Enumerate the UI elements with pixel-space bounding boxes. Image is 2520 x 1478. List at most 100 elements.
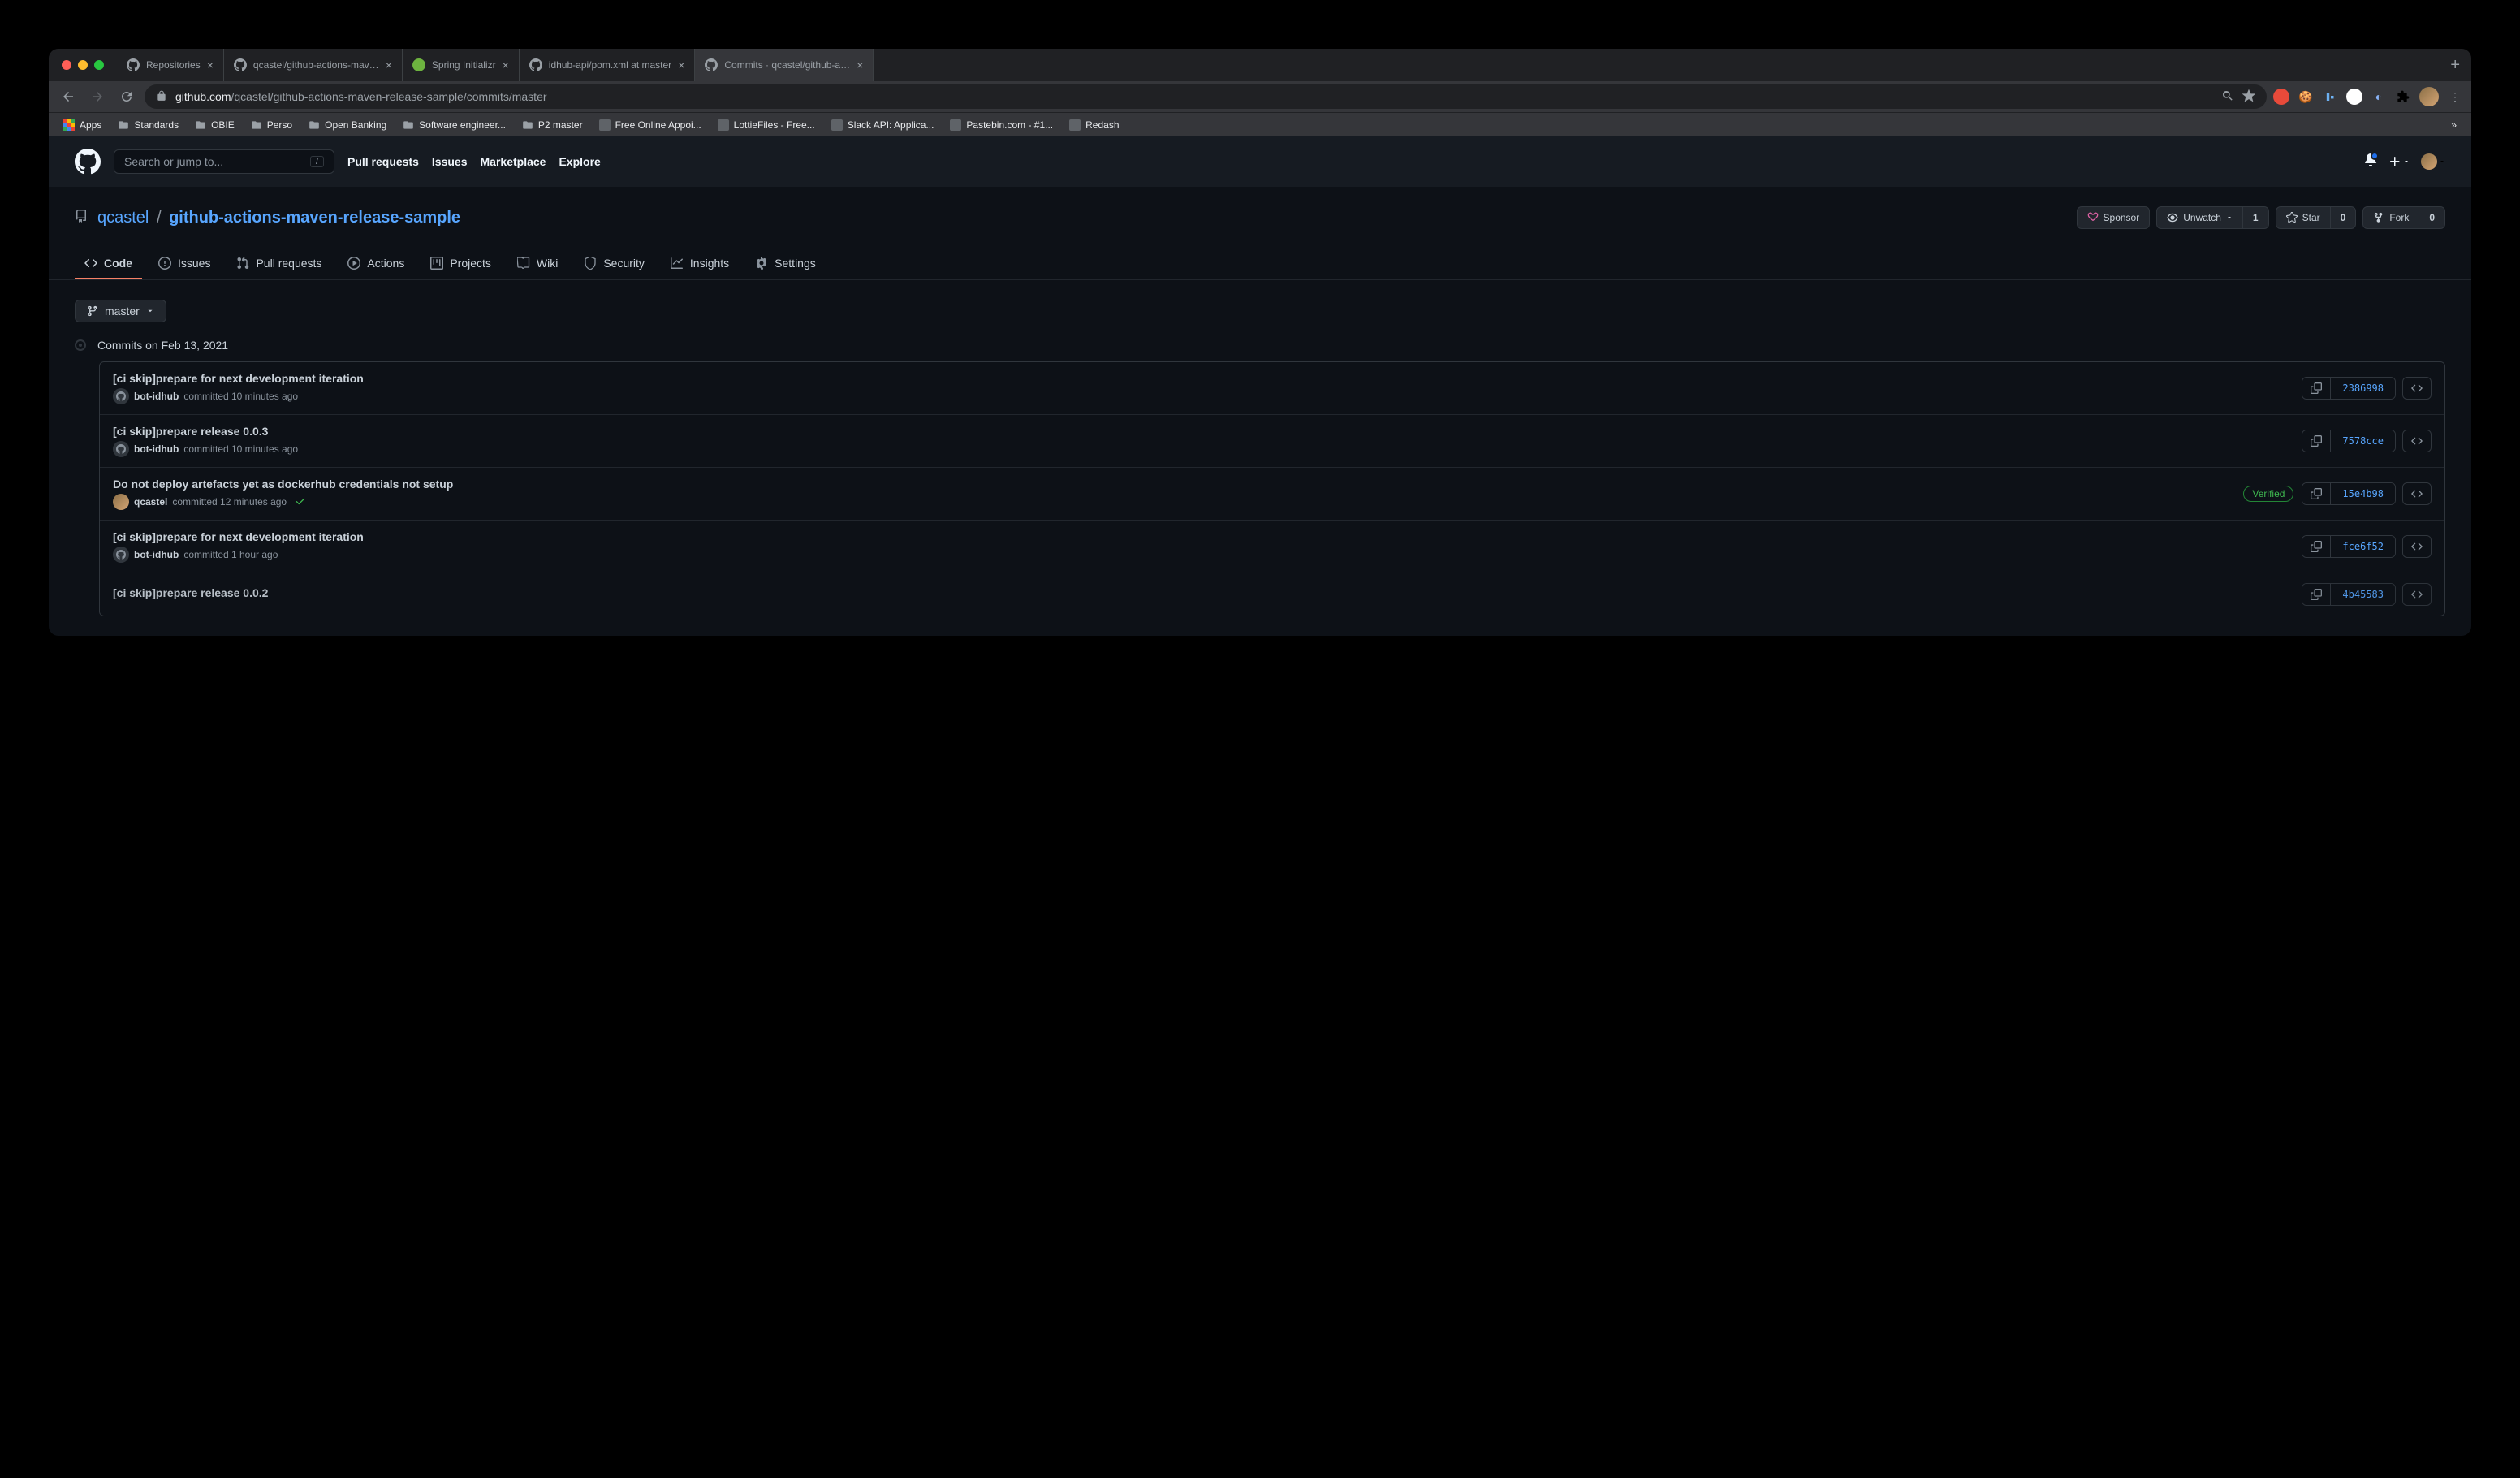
browse-commit-button[interactable] [2402, 482, 2432, 505]
tab-issues[interactable]: Issues [149, 248, 220, 279]
browser-tab[interactable]: Spring Initializr× [403, 49, 520, 81]
commit-sha-link[interactable]: 2386998 [2331, 378, 2395, 399]
repo-name-link[interactable]: github-actions-maven-release-sample [169, 209, 460, 227]
tab-wiki[interactable]: Wiki [507, 248, 567, 279]
commit-sha-link[interactable]: 15e4b98 [2331, 483, 2395, 504]
fork-count[interactable]: 0 [2419, 207, 2444, 228]
extension-icon[interactable] [2273, 89, 2289, 105]
commit-title-link[interactable]: Do not deploy artefacts yet as dockerhub… [113, 478, 2243, 491]
commit-sha-link[interactable]: 4b45583 [2331, 584, 2395, 605]
tab-close-button[interactable]: × [207, 58, 214, 71]
watch-count[interactable]: 1 [2242, 207, 2268, 228]
extensions: 🍪 ‖▪ ◐ ⋮ [2273, 87, 2463, 106]
nav-issues[interactable]: Issues [432, 155, 468, 168]
tab-settings[interactable]: Settings [745, 248, 826, 279]
bookmark-item[interactable]: Open Banking [302, 116, 393, 134]
extensions-menu-icon[interactable] [2395, 89, 2411, 105]
star-count[interactable]: 0 [2330, 207, 2356, 228]
tab-close-button[interactable]: × [678, 58, 684, 71]
commit-title-link[interactable]: [ci skip]prepare for next development it… [113, 530, 2302, 543]
browse-commit-button[interactable] [2402, 535, 2432, 558]
copy-sha-button[interactable] [2302, 536, 2331, 557]
address-bar[interactable]: github.com/qcastel/github-actions-maven-… [145, 84, 2267, 109]
bookmark-item[interactable]: P2 master [516, 116, 589, 134]
commit-title-link[interactable]: [ci skip]prepare release 0.0.2 [113, 586, 2302, 599]
github-search[interactable]: Search or jump to... / [114, 149, 334, 174]
bookmark-item[interactable]: Standards [111, 116, 185, 134]
commit-author-avatar[interactable] [113, 494, 129, 510]
reload-button[interactable] [115, 85, 138, 108]
chrome-menu-icon[interactable]: ⋮ [2447, 89, 2463, 105]
tab-pull-requests[interactable]: Pull requests [227, 248, 331, 279]
forward-button[interactable] [86, 85, 109, 108]
copy-sha-button[interactable] [2302, 483, 2331, 504]
commit-author-avatar[interactable] [113, 388, 129, 404]
extension-icon[interactable]: ◐ [2371, 89, 2387, 105]
repo-owner-link[interactable]: qcastel [97, 209, 149, 227]
fork-button[interactable]: Fork 0 [2362, 206, 2445, 229]
browse-commit-button[interactable] [2402, 430, 2432, 452]
copy-sha-button[interactable] [2302, 584, 2331, 605]
copy-sha-button[interactable] [2302, 378, 2331, 399]
profile-avatar[interactable] [2419, 87, 2439, 106]
star-button[interactable]: Star 0 [2276, 206, 2357, 229]
tab-actions[interactable]: Actions [338, 248, 414, 279]
extension-icon[interactable]: ‖▪ [2322, 89, 2338, 105]
browser-tab[interactable]: idhub-api/pom.xml at master× [520, 49, 696, 81]
commit-title-link[interactable]: [ci skip]prepare for next development it… [113, 372, 2302, 385]
extension-icon[interactable] [2346, 89, 2362, 105]
close-window-button[interactable] [62, 60, 71, 70]
copy-sha-button[interactable] [2302, 430, 2331, 452]
search-icon[interactable] [2221, 89, 2234, 105]
back-button[interactable] [57, 85, 80, 108]
tab-code[interactable]: Code [75, 248, 142, 279]
verified-badge[interactable]: Verified [2243, 486, 2293, 502]
check-icon[interactable] [295, 495, 306, 509]
tab-projects[interactable]: Projects [421, 248, 501, 279]
nav-marketplace[interactable]: Marketplace [481, 155, 546, 168]
tab-security[interactable]: Security [574, 248, 654, 279]
tab-close-button[interactable]: × [857, 58, 863, 71]
new-tab-button[interactable]: + [2439, 56, 2471, 75]
tab-close-button[interactable]: × [386, 58, 392, 71]
bookmark-item[interactable]: Redash [1063, 116, 1125, 134]
bookmark-item[interactable]: Slack API: Applica... [825, 116, 941, 134]
bookmark-item[interactable]: Free Online Appoi... [593, 116, 708, 134]
browser-tab[interactable]: Commits · qcastel/github-actio× [695, 49, 874, 81]
bookmarks-overflow[interactable]: » [2444, 116, 2463, 134]
bookmark-item[interactable]: Apps [57, 116, 108, 134]
commit-sha-link[interactable]: 7578cce [2331, 430, 2395, 452]
maximize-window-button[interactable] [94, 60, 104, 70]
create-menu[interactable] [2388, 155, 2410, 168]
browser-tab[interactable]: qcastel/github-actions-maven× [224, 49, 403, 81]
sponsor-button[interactable]: Sponsor [2077, 206, 2151, 229]
commit-author-link[interactable]: bot-idhub [134, 443, 179, 455]
bookmark-item[interactable]: Perso [244, 116, 299, 134]
commit-title-link[interactable]: [ci skip]prepare release 0.0.3 [113, 425, 2302, 438]
tab-insights[interactable]: Insights [661, 248, 739, 279]
commit-author-link[interactable]: bot-idhub [134, 549, 179, 560]
bookmark-item[interactable]: Software engineer... [396, 116, 512, 134]
nav-pull-requests[interactable]: Pull requests [347, 155, 419, 168]
bookmark-item[interactable]: Pastebin.com - #1... [943, 116, 1059, 134]
minimize-window-button[interactable] [78, 60, 88, 70]
browser-tab[interactable]: Repositories× [117, 49, 224, 81]
user-menu[interactable] [2421, 153, 2445, 170]
commit-sha-link[interactable]: fce6f52 [2331, 536, 2395, 557]
branch-select[interactable]: master [75, 300, 166, 322]
tab-close-button[interactable]: × [503, 58, 509, 71]
bookmark-item[interactable]: OBIE [188, 116, 241, 134]
commit-author-avatar[interactable] [113, 441, 129, 457]
browse-commit-button[interactable] [2402, 583, 2432, 606]
bookmark-item[interactable]: LottieFiles - Free... [711, 116, 822, 134]
github-logo[interactable] [75, 149, 101, 175]
extension-icon[interactable]: 🍪 [2298, 89, 2314, 105]
browse-commit-button[interactable] [2402, 377, 2432, 400]
notifications-button[interactable] [2364, 153, 2377, 171]
nav-explore[interactable]: Explore [559, 155, 600, 168]
watch-button[interactable]: Unwatch 1 [2156, 206, 2268, 229]
commit-author-link[interactable]: qcastel [134, 496, 167, 508]
commit-author-link[interactable]: bot-idhub [134, 391, 179, 402]
commit-author-avatar[interactable] [113, 547, 129, 563]
star-icon[interactable] [2242, 89, 2255, 105]
